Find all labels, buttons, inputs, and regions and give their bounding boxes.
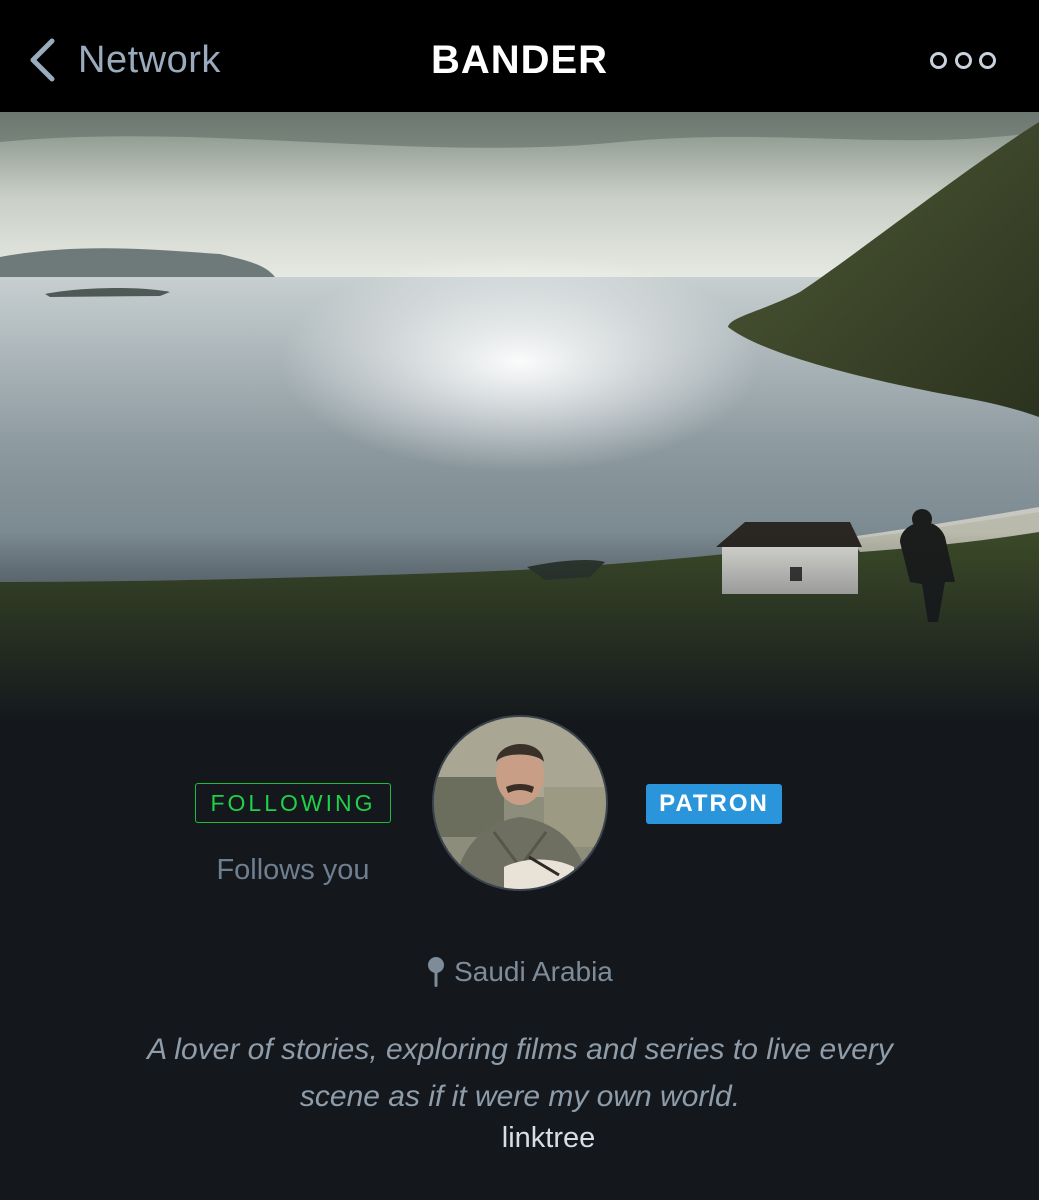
bio-line: scene as if it were my own world. (299, 1080, 741, 1113)
bio: A lover of stories, exploring films and … (80, 1026, 960, 1120)
location-label: Saudi Arabia (454, 956, 613, 987)
page-title: BANDER (430, 38, 609, 82)
profile-link[interactable]: linktree (0, 1122, 1039, 1155)
location: Saudi Arabia (0, 956, 1039, 988)
following-badge[interactable]: FOLLOWING (195, 783, 391, 823)
more-button[interactable] (930, 48, 996, 72)
profile-section: FOLLOWING Follows you PATRON Saudi Arabi… (0, 690, 1039, 1200)
patron-badge[interactable]: PATRON (646, 784, 782, 824)
location-pin-icon (428, 957, 445, 987)
more-icon (930, 51, 947, 69)
top-nav-bar: Network BANDER (0, 0, 1039, 112)
follows-you-label: Follows you (216, 854, 370, 886)
avatar[interactable] (432, 715, 608, 891)
bio-line: A lover of stories, exploring films and … (147, 1033, 893, 1066)
profile-backdrop-image (0, 112, 1039, 722)
